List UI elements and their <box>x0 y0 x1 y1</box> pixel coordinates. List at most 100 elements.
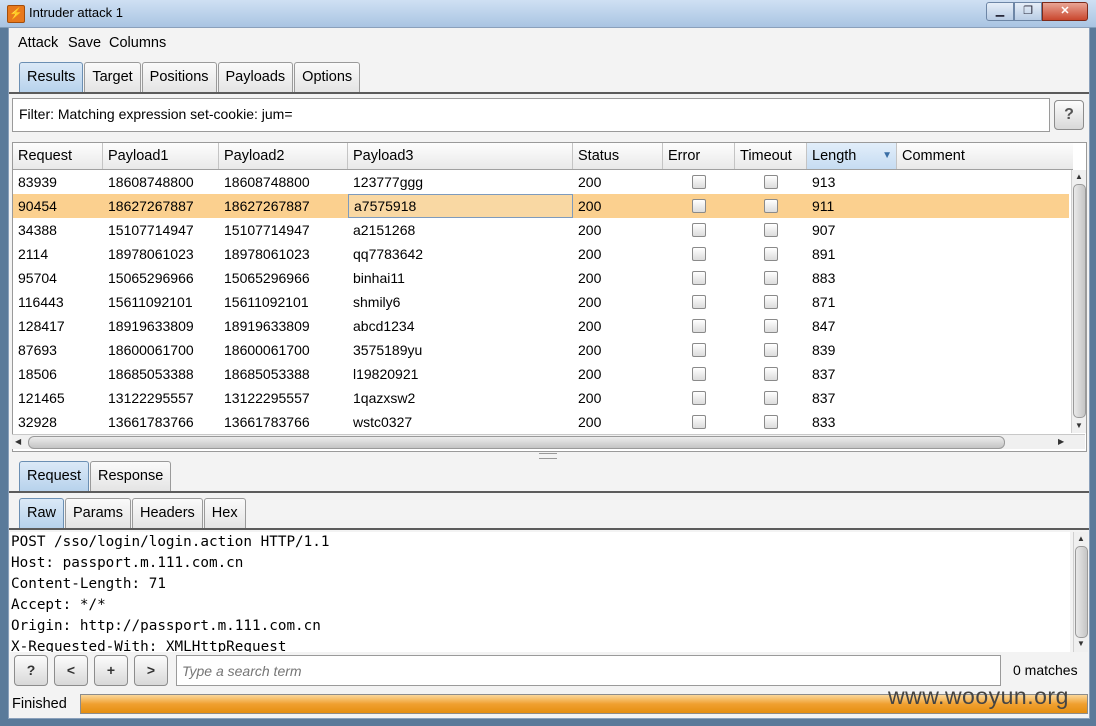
cell-status: 200 <box>578 342 602 358</box>
cell-payload1: 15107714947 <box>108 222 194 238</box>
cell-timeout-checkbox[interactable] <box>764 319 778 333</box>
filter-text: Filter: Matching expression set-cookie: … <box>19 106 293 122</box>
table-row[interactable]: 18506 18685053388 18685053388 l19820921 200 8… <box>13 362 1069 386</box>
search-next-button[interactable]: > <box>134 655 168 686</box>
scroll-down-icon[interactable]: ▼ <box>1075 421 1083 430</box>
search-prev-button[interactable]: < <box>54 655 88 686</box>
raw-line: Accept: */* <box>11 597 106 613</box>
table-row[interactable]: 95704 15065296966 15065296966 binhai11 200 88… <box>13 266 1069 290</box>
cell-error-checkbox[interactable] <box>692 271 706 285</box>
cell-timeout-checkbox[interactable] <box>764 343 778 357</box>
menu-attack[interactable]: Attack <box>18 35 58 51</box>
raw-vscroll[interactable]: ▲ ▼ <box>1073 532 1088 652</box>
minimize-button[interactable]: ▁ <box>986 2 1014 21</box>
table-row[interactable]: 116443 15611092101 15611092101 shmily6 200 87… <box>13 290 1069 314</box>
tab-payloads[interactable]: Payloads <box>217 62 294 92</box>
cell-payload3: 123777ggg <box>353 174 424 190</box>
cell-error-checkbox[interactable] <box>692 367 706 381</box>
cell-request: 128417 <box>18 318 65 334</box>
col-payload2[interactable]: Payload2 <box>219 143 348 169</box>
cell-payload2: 18627267887 <box>224 198 310 214</box>
tab-divider <box>9 92 1089 94</box>
close-button[interactable]: ✕ <box>1042 2 1088 21</box>
cell-error-checkbox[interactable] <box>692 415 706 429</box>
tab-headers[interactable]: Headers <box>131 498 203 528</box>
col-payload3[interactable]: Payload3 <box>348 143 573 169</box>
cell-timeout-checkbox[interactable] <box>764 295 778 309</box>
table-hscroll[interactable]: ◀ ▶ <box>12 434 1085 449</box>
filter-bar[interactable]: Filter: Matching expression set-cookie: … <box>12 98 1050 132</box>
cell-length: 837 <box>812 366 836 382</box>
menu-save[interactable]: Save <box>68 35 101 51</box>
search-help-button[interactable]: ? <box>14 655 48 686</box>
table-row[interactable]: 121465 13122295557 13122295557 1qazxsw2 200 8… <box>13 386 1069 410</box>
cell-payload3: a2151268 <box>353 222 416 238</box>
cell-payload3: 3575189yu <box>353 342 423 358</box>
cell-status: 200 <box>578 294 602 310</box>
search-input[interactable] <box>177 656 994 685</box>
cell-error-checkbox[interactable] <box>692 199 706 213</box>
col-request[interactable]: Request <box>13 143 103 169</box>
table-row[interactable]: 2114 18978061023 18978061023 qq7783642 200 89… <box>13 242 1069 266</box>
tab-positions[interactable]: Positions <box>141 62 217 92</box>
table-vscroll-thumb[interactable] <box>1073 184 1086 418</box>
cell-timeout-checkbox[interactable] <box>764 247 778 261</box>
cell-error-checkbox[interactable] <box>692 343 706 357</box>
table-row[interactable]: 83939 18608748800 18608748800 123777ggg 200 9… <box>13 170 1069 194</box>
scroll-up-icon[interactable]: ▲ <box>1075 172 1083 181</box>
col-status[interactable]: Status <box>573 143 663 169</box>
cell-timeout-checkbox[interactable] <box>764 271 778 285</box>
col-timeout[interactable]: Timeout <box>735 143 807 169</box>
tab-params[interactable]: Params <box>65 498 131 528</box>
cell-timeout-checkbox[interactable] <box>764 223 778 237</box>
cell-error-checkbox[interactable] <box>692 223 706 237</box>
raw-vscroll-thumb[interactable] <box>1075 546 1088 638</box>
raw-scroll-down-icon[interactable]: ▼ <box>1077 639 1085 648</box>
tab-results[interactable]: Results <box>19 62 84 92</box>
cell-payload2: 18608748800 <box>224 174 310 190</box>
cell-timeout-checkbox[interactable] <box>764 415 778 429</box>
table-row[interactable]: 87693 18600061700 18600061700 3575189yu 200 8… <box>13 338 1069 362</box>
tab-options[interactable]: Options <box>294 62 361 92</box>
tab-target[interactable]: Target <box>84 62 141 92</box>
raw-request-editor[interactable]: POST /sso/login/login.action HTTP/1.1 Ho… <box>10 532 1070 652</box>
cell-timeout-checkbox[interactable] <box>764 367 778 381</box>
col-error[interactable]: Error <box>663 143 735 169</box>
cell-payload3: l19820921 <box>353 366 419 382</box>
menu-columns[interactable]: Columns <box>109 35 166 51</box>
raw-scroll-up-icon[interactable]: ▲ <box>1077 534 1085 543</box>
col-payload1[interactable]: Payload1 <box>103 143 219 169</box>
cell-length: 891 <box>812 246 836 262</box>
cell-error-checkbox[interactable] <box>692 175 706 189</box>
top-tabs: Results Target Positions Payloads Option… <box>19 62 361 92</box>
table-row[interactable]: 128417 18919633809 18919633809 abcd1234 200 8… <box>13 314 1069 338</box>
scroll-right-icon[interactable]: ▶ <box>1058 437 1064 446</box>
col-comment[interactable]: Comment <box>897 143 1073 169</box>
cell-timeout-checkbox[interactable] <box>764 199 778 213</box>
table-row[interactable]: 34388 15107714947 15107714947 a2151268 200 90… <box>13 218 1069 242</box>
cell-error-checkbox[interactable] <box>692 391 706 405</box>
col-length[interactable]: Length ▼ <box>807 143 897 169</box>
cell-timeout-checkbox[interactable] <box>764 391 778 405</box>
tab-raw[interactable]: Raw <box>19 498 65 528</box>
cell-timeout-checkbox[interactable] <box>764 175 778 189</box>
maximize-button[interactable]: ❐ <box>1014 2 1042 21</box>
cell-error-checkbox[interactable] <box>692 319 706 333</box>
split-pane-grip[interactable] <box>539 453 557 459</box>
cell-error-checkbox[interactable] <box>692 247 706 261</box>
cell-length: 847 <box>812 318 836 334</box>
table-row[interactable]: 90454 18627267887 18627267887 a7575918 200 91… <box>13 194 1069 218</box>
table-vscroll[interactable]: ▲ ▼ <box>1071 170 1086 433</box>
tab-request[interactable]: Request <box>19 461 90 491</box>
tab-response[interactable]: Response <box>90 461 172 491</box>
cell-error-checkbox[interactable] <box>692 295 706 309</box>
scroll-left-icon[interactable]: ◀ <box>15 437 21 446</box>
tab-hex[interactable]: Hex <box>203 498 246 528</box>
intruder-window: Attack Save Columns Results Target Posit… <box>8 27 1090 719</box>
raw-line: POST /sso/login/login.action HTTP/1.1 <box>11 534 330 550</box>
table-row[interactable]: 32928 13661783766 13661783766 wstc0327 200 83… <box>13 410 1069 434</box>
table-hscroll-thumb[interactable] <box>28 436 1005 449</box>
cell-request: 32928 <box>18 414 57 430</box>
filter-help-button[interactable]: ? <box>1054 100 1084 130</box>
search-add-button[interactable]: + <box>94 655 128 686</box>
